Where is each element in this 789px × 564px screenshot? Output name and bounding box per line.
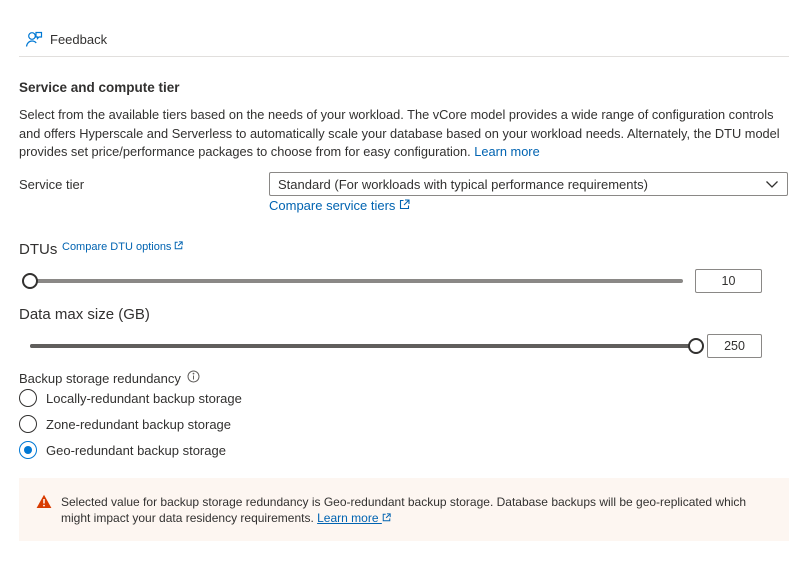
service-tier-selected: Standard (For workloads with typical per… <box>278 176 648 192</box>
data-max-size-label: Data max size (GB) <box>19 306 150 323</box>
warning-learn-more-label: Learn more <box>317 511 379 525</box>
description-text: Select from the available tiers based on… <box>19 107 780 159</box>
learn-more-link[interactable]: Learn more <box>474 144 539 159</box>
backup-redundancy-text: Backup storage redundancy <box>19 370 181 386</box>
section-title: Service and compute tier <box>19 80 180 95</box>
external-link-icon <box>399 198 410 213</box>
service-tier-label: Service tier <box>19 177 85 192</box>
feedback-button[interactable]: Feedback <box>25 28 107 50</box>
data-max-slider-fill <box>30 344 696 348</box>
warning-message: Selected value for backup storage redund… <box>61 494 771 541</box>
service-tier-dropdown[interactable]: Standard (For workloads with typical per… <box>269 172 788 196</box>
dtus-slider-track <box>30 279 683 283</box>
feedback-person-icon <box>25 30 43 48</box>
backup-redundancy-label: Backup storage redundancy <box>19 370 200 386</box>
data-max-size-slider[interactable] <box>30 338 704 354</box>
chevron-down-icon <box>765 177 779 191</box>
dtus-slider[interactable] <box>22 273 683 289</box>
compare-service-tiers-label: Compare service tiers <box>269 198 396 213</box>
compare-service-tiers-link[interactable]: Compare service tiers <box>269 198 410 213</box>
dtus-slider-thumb[interactable] <box>22 273 38 289</box>
radio-button[interactable] <box>19 441 37 459</box>
external-link-icon <box>174 241 184 253</box>
info-icon[interactable] <box>187 370 200 386</box>
dtus-input[interactable]: 10 <box>695 269 762 293</box>
feedback-label: Feedback <box>50 31 108 47</box>
radio-locally-redundant[interactable]: Locally-redundant backup storage <box>19 389 242 407</box>
radio-geo-redundant[interactable]: Geo-redundant backup storage <box>19 441 226 459</box>
radio-label: Locally-redundant backup storage <box>46 390 242 406</box>
data-max-size-input[interactable]: 250 <box>707 334 762 358</box>
compare-dtu-options-label: Compare DTU options <box>62 241 172 253</box>
warning-banner: Selected value for backup storage redund… <box>19 478 789 541</box>
radio-button[interactable] <box>19 389 37 407</box>
radio-button[interactable] <box>19 415 37 433</box>
warning-icon <box>36 494 52 541</box>
radio-label: Geo-redundant backup storage <box>46 442 226 458</box>
warning-learn-more-link[interactable]: Learn more <box>317 511 391 525</box>
data-max-slider-thumb[interactable] <box>688 338 704 354</box>
section-description: Select from the available tiers based on… <box>19 106 789 162</box>
dtus-label: DTUs <box>19 241 58 258</box>
compare-dtu-options-link[interactable]: Compare DTU options <box>62 241 184 253</box>
external-link-icon <box>382 513 391 522</box>
radio-label: Zone-redundant backup storage <box>46 416 232 432</box>
radio-zone-redundant[interactable]: Zone-redundant backup storage <box>19 415 231 433</box>
warning-text: Selected value for backup storage redund… <box>61 495 747 525</box>
command-bar: Feedback <box>19 26 789 57</box>
